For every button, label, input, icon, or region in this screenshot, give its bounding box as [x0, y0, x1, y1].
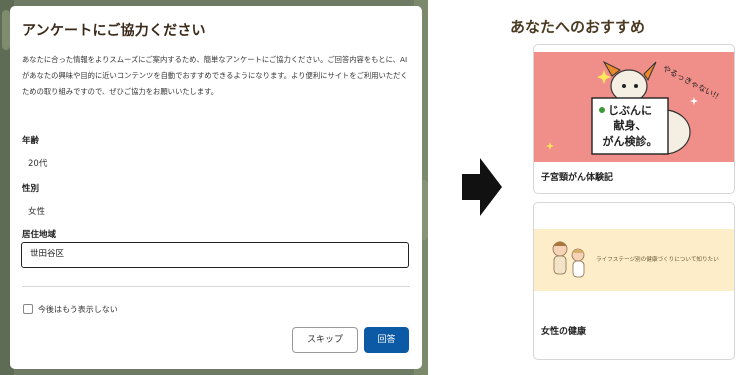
dont-show-again-checkbox[interactable] — [23, 304, 33, 314]
gender-label: 性別 — [22, 184, 40, 194]
card-banner: ライフステージ別の健康づくりについて知りたい — [534, 229, 734, 291]
alpaca-illustration: じぶんに 献身、 がん検診。 やるっきゃない!! — [546, 60, 720, 155]
region-input[interactable]: 世田谷区 — [21, 242, 409, 268]
dimmed-page-backdrop: アンケートにご協力ください あなたに合った情報をよりスムーズにご案内するため、簡… — [0, 0, 428, 375]
modal-divider — [22, 286, 410, 287]
card-title: 子宮頸がん体験記 — [541, 173, 614, 183]
modal-title: アンケートにご協力ください — [22, 23, 206, 39]
right-arrow-icon — [462, 158, 502, 216]
age-value[interactable]: 20代 — [28, 157, 47, 169]
age-label: 年齢 — [22, 136, 40, 146]
region-label: 居住地域 — [22, 230, 57, 240]
skip-button[interactable]: スキップ — [292, 327, 358, 353]
recommendations-heading: あなたへのおすすめ — [510, 18, 646, 36]
dont-show-again-label[interactable]: 今後はもう表示しない — [38, 304, 118, 315]
backdrop-shape — [2, 10, 10, 50]
recommendation-card[interactable]: ライフステージ別の健康づくりについて知りたい 女性の健康 — [533, 202, 735, 360]
recommendation-card[interactable]: じぶんに 献身、 がん検診。 やるっきゃない!! 子宮頸がん体験記 — [533, 44, 735, 194]
card-illustration: じぶんに 献身、 がん検診。 やるっきゃない!! — [534, 52, 734, 162]
sign-line-3: がん検診。 — [603, 134, 658, 148]
sign-line-1: じぶんに — [608, 104, 652, 117]
comparison-stage: アンケートにご協力ください あなたに合った情報をよりスムーズにご案内するため、簡… — [0, 0, 750, 375]
banner-text: ライフステージ別の健康づくりについて知りたい — [596, 257, 719, 263]
speech-text: やるっきゃない!! — [661, 64, 720, 101]
modal-description: あなたに合った情報をよりスムーズにご案内するため、簡単なアンケートにご協力くださ… — [22, 55, 408, 96]
answer-button[interactable]: 回答 — [364, 327, 409, 353]
sign-line-2: 献身、 — [614, 118, 647, 132]
gender-value[interactable]: 女性 — [28, 205, 45, 217]
card-title: 女性の健康 — [541, 327, 587, 337]
survey-modal: アンケートにご協力ください あなたに合った情報をよりスムーズにご案内するため、簡… — [10, 6, 422, 369]
